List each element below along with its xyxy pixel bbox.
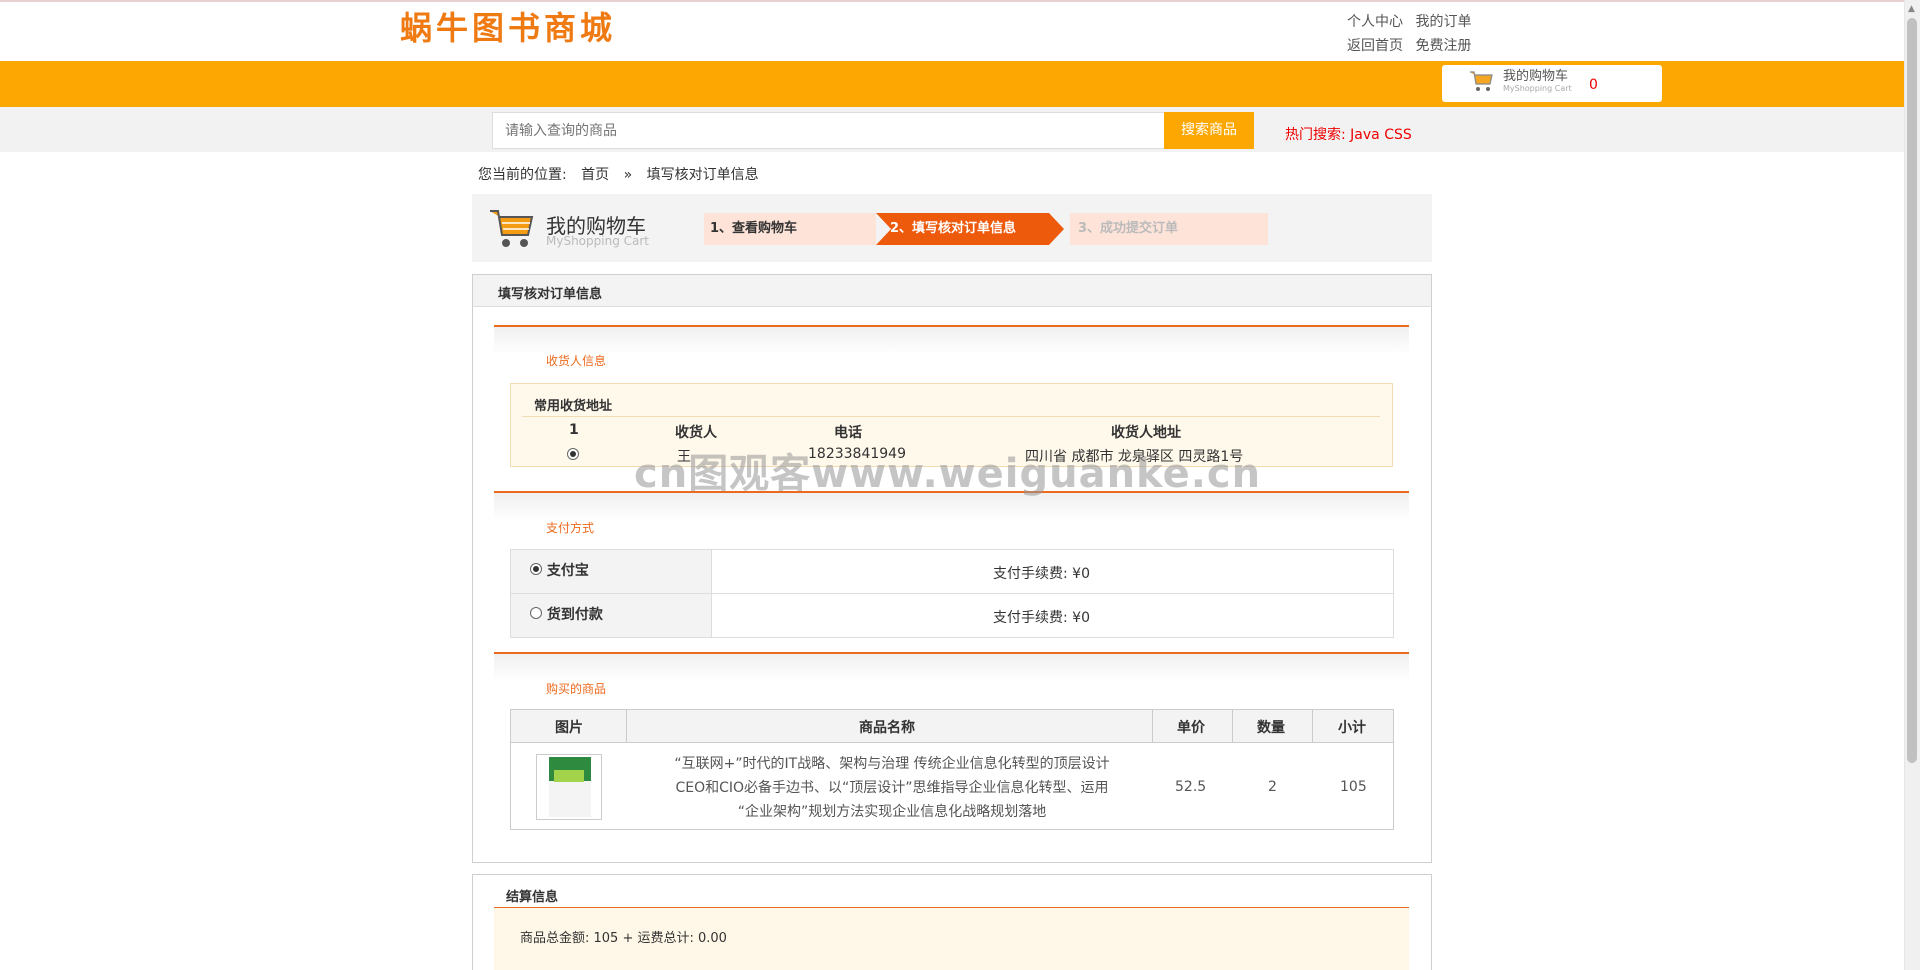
mini-cart-subtitle: MyShopping Cart — [1503, 84, 1572, 93]
register-link[interactable]: 免费注册 — [1415, 38, 1471, 54]
addr-col-name: 收货人 — [675, 425, 717, 441]
top-border — [0, 0, 1920, 2]
address-radio[interactable] — [567, 448, 579, 460]
top-links: 个人中心 我的订单 返回首页 免费注册 — [1347, 10, 1479, 58]
goods-col-qty: 数量 — [1257, 720, 1285, 736]
goods-col-divider — [1232, 710, 1233, 743]
payment-section-title: 支付方式 — [546, 521, 595, 535]
book-cover-image — [549, 757, 591, 817]
payment-option-cod[interactable]: 货到付款 — [530, 604, 603, 624]
goods-col-divider — [1152, 710, 1153, 743]
goods-col-subtotal: 小计 — [1338, 720, 1366, 736]
payment-option-alipay[interactable]: 支付宝 — [530, 560, 589, 580]
order-panel-title: 填写核对订单信息 — [498, 287, 603, 302]
search-input[interactable] — [492, 112, 1165, 149]
addr-col-index: 1 — [569, 422, 579, 438]
goods-col-image: 图片 — [555, 720, 583, 736]
home-link[interactable]: 返回首页 — [1347, 38, 1403, 54]
scroll-up-arrow-icon[interactable]: ▲ — [1908, 4, 1915, 14]
goods-col-divider — [626, 710, 627, 743]
watermark: cn图观客www.weiguanke.cn — [634, 451, 1262, 497]
site-logo[interactable]: 蜗牛图书商城 — [400, 8, 616, 48]
search-button[interactable]: 搜索商品 — [1164, 112, 1254, 149]
mini-cart-count: 0 — [1589, 77, 1598, 93]
my-orders-link[interactable]: 我的订单 — [1415, 14, 1471, 30]
cod-fee: 支付手续费: ¥0 — [993, 610, 1090, 626]
cart-subtitle: MyShopping Cart — [546, 234, 649, 248]
goods-col-price: 单价 — [1177, 720, 1205, 736]
addr-col-address: 收货人地址 — [1111, 425, 1181, 441]
goods-name-line: “互联网+”时代的IT战略、架构与治理 传统企业信息化转型的顶层设计 — [674, 756, 1110, 772]
alipay-fee: 支付手续费: ¥0 — [993, 566, 1090, 582]
address-box-title: 常用收货地址 — [534, 399, 613, 414]
book-cover-accent — [554, 770, 584, 782]
goods-col-name: 商品名称 — [859, 720, 915, 736]
step-submit-order: 3、成功提交订单 — [1070, 213, 1268, 245]
receiver-section-title: 收货人信息 — [546, 354, 607, 368]
goods-section-title: 购买的商品 — [546, 682, 607, 696]
user-center-link[interactable]: 个人中心 — [1347, 14, 1403, 30]
goods-name-line: CEO和CIO必备手边书、以“顶层设计”思维指导企业信息化转型、运用 — [675, 780, 1109, 796]
step-view-cart: 1、查看购物车 — [704, 213, 876, 245]
cod-label: 货到付款 — [546, 607, 603, 623]
breadcrumb-sep: » — [623, 167, 633, 183]
settlement-total: 商品总金额: 105 + 运费总计: 0.00 — [520, 931, 727, 946]
order-panel-header — [473, 275, 1431, 307]
goods-col-divider — [1312, 710, 1313, 743]
alipay-label: 支付宝 — [546, 563, 589, 579]
cod-radio[interactable] — [530, 607, 542, 619]
settlement-title: 结算信息 — [506, 890, 559, 905]
alipay-radio[interactable] — [530, 563, 542, 575]
section-gradient — [494, 327, 1409, 355]
cart-icon — [1470, 71, 1493, 91]
goods-subtotal: 105 — [1340, 779, 1367, 795]
mini-cart-title: 我的购物车 — [1503, 69, 1569, 84]
addr-col-phone: 电话 — [834, 425, 862, 441]
breadcrumb-current: 填写核对订单信息 — [646, 167, 759, 183]
goods-name-line: “企业架构”规划方法实现企业信息化战略规划落地 — [737, 804, 1047, 820]
address-divider — [522, 416, 1380, 417]
step-fill-order: 2、填写核对订单信息 — [876, 213, 1064, 245]
payment-divider — [511, 593, 1393, 594]
hot-search[interactable]: 热门搜索: Java CSS — [1285, 124, 1412, 144]
goods-price: 52.5 — [1175, 779, 1207, 795]
section-gradient — [494, 654, 1409, 682]
breadcrumb-prefix: 您当前的位置: — [478, 167, 567, 183]
breadcrumb: 您当前的位置: 首页 » 填写核对订单信息 — [478, 164, 769, 184]
scrollbar-thumb[interactable] — [1907, 18, 1917, 763]
goods-name[interactable]: “互联网+”时代的IT战略、架构与治理 传统企业信息化转型的顶层设计 CEO和C… — [632, 752, 1152, 824]
shopping-cart-icon — [490, 210, 534, 247]
breadcrumb-home[interactable]: 首页 — [581, 167, 609, 183]
goods-qty: 2 — [1268, 779, 1277, 795]
